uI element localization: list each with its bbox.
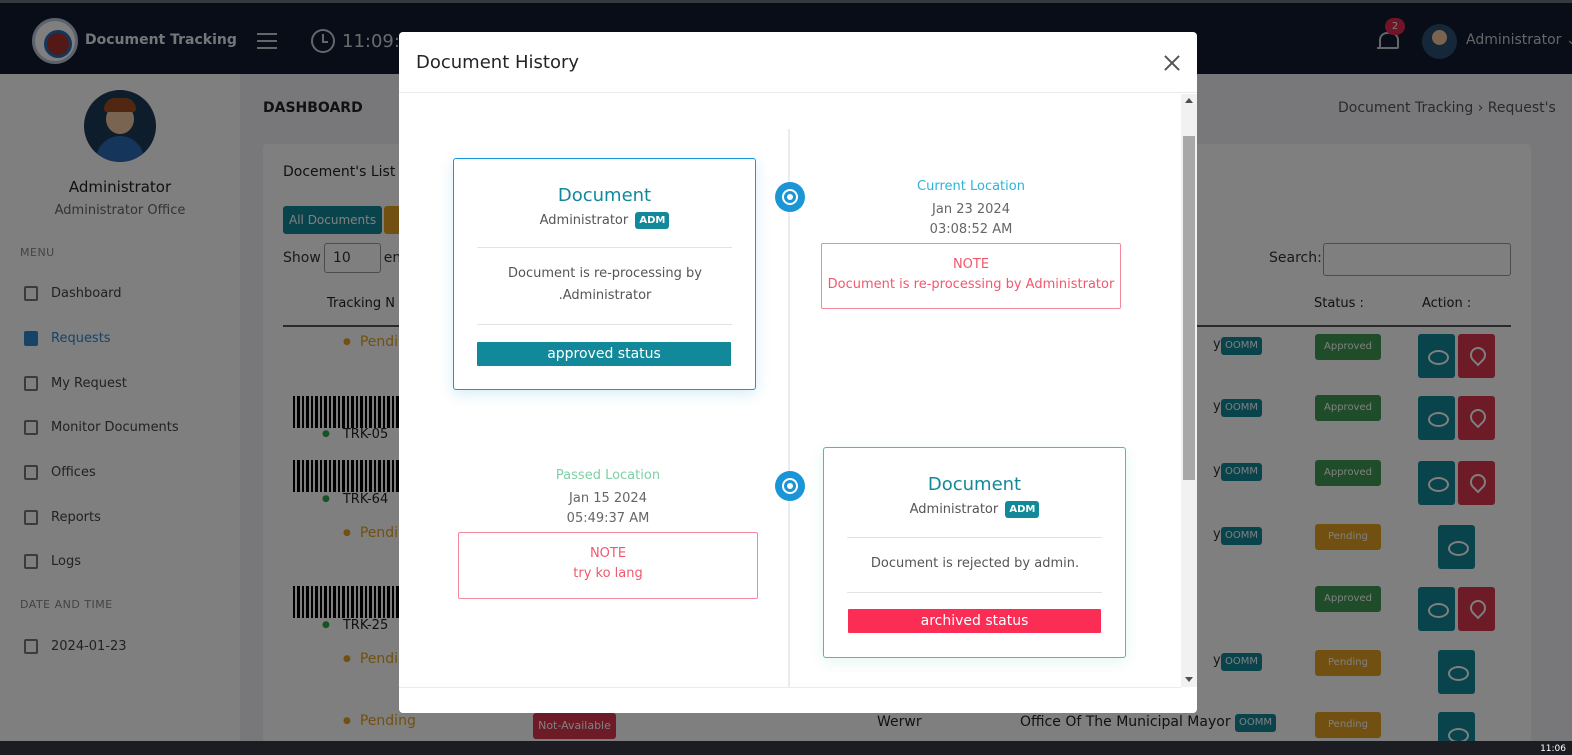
note-text: try ko lang: [573, 566, 643, 581]
document-history-modal: Document History Document Administrator …: [399, 32, 1197, 713]
status-bar: approved status: [477, 342, 731, 366]
location-label: Current Location: [917, 179, 1025, 194]
modal-scrollbar[interactable]: [1181, 94, 1197, 687]
card-user: Administrator ADM: [454, 212, 755, 229]
card-message: Document is rejected by admin.: [870, 556, 1080, 571]
location-datetime: Jan 23 2024 03:08:52 AM: [929, 202, 1013, 237]
location-datetime: Jan 15 2024 05:49:37 AM: [566, 491, 650, 526]
timeline-dot-icon: [775, 471, 805, 501]
taskbar-clock: 11:06: [1540, 744, 1566, 754]
history-card-current: Document Administrator ADM Document is r…: [453, 158, 756, 390]
location-info-passed: Passed Location Jan 15 2024 05:49:37 AM: [458, 468, 758, 529]
scroll-down-icon[interactable]: [1185, 677, 1193, 682]
modal-title: Document History: [416, 52, 580, 73]
note-box: NOTE try ko lang: [458, 532, 758, 599]
location-label: Passed Location: [555, 468, 661, 483]
status-bar: archived status: [848, 609, 1101, 633]
office-badge: ADM: [635, 212, 670, 229]
timeline-dot-icon: [775, 182, 805, 212]
card-message: Document is re-processing by .Administra…: [508, 266, 702, 303]
card-title: Document: [927, 474, 1022, 495]
modal-header: Document History: [399, 32, 1197, 93]
note-text: Document is re-processing by Administrat…: [827, 277, 1115, 292]
card-title: Document: [557, 185, 652, 206]
scroll-thumb[interactable]: [1183, 136, 1195, 480]
timeline-line: [788, 129, 790, 687]
note-title: NOTE: [589, 546, 627, 561]
note-title: NOTE: [952, 257, 990, 272]
office-badge: ADM: [1005, 501, 1040, 518]
os-taskbar: 11:06: [0, 741, 1572, 755]
card-user: Administrator ADM: [824, 501, 1125, 518]
location-info-current: Current Location Jan 23 2024 03:08:52 AM: [821, 179, 1121, 240]
note-box: NOTE Document is re-processing by Admini…: [821, 243, 1121, 309]
close-icon[interactable]: [1163, 54, 1181, 72]
scroll-up-icon[interactable]: [1185, 98, 1193, 103]
history-card-passed: Document Administrator ADM Document is r…: [823, 447, 1126, 658]
